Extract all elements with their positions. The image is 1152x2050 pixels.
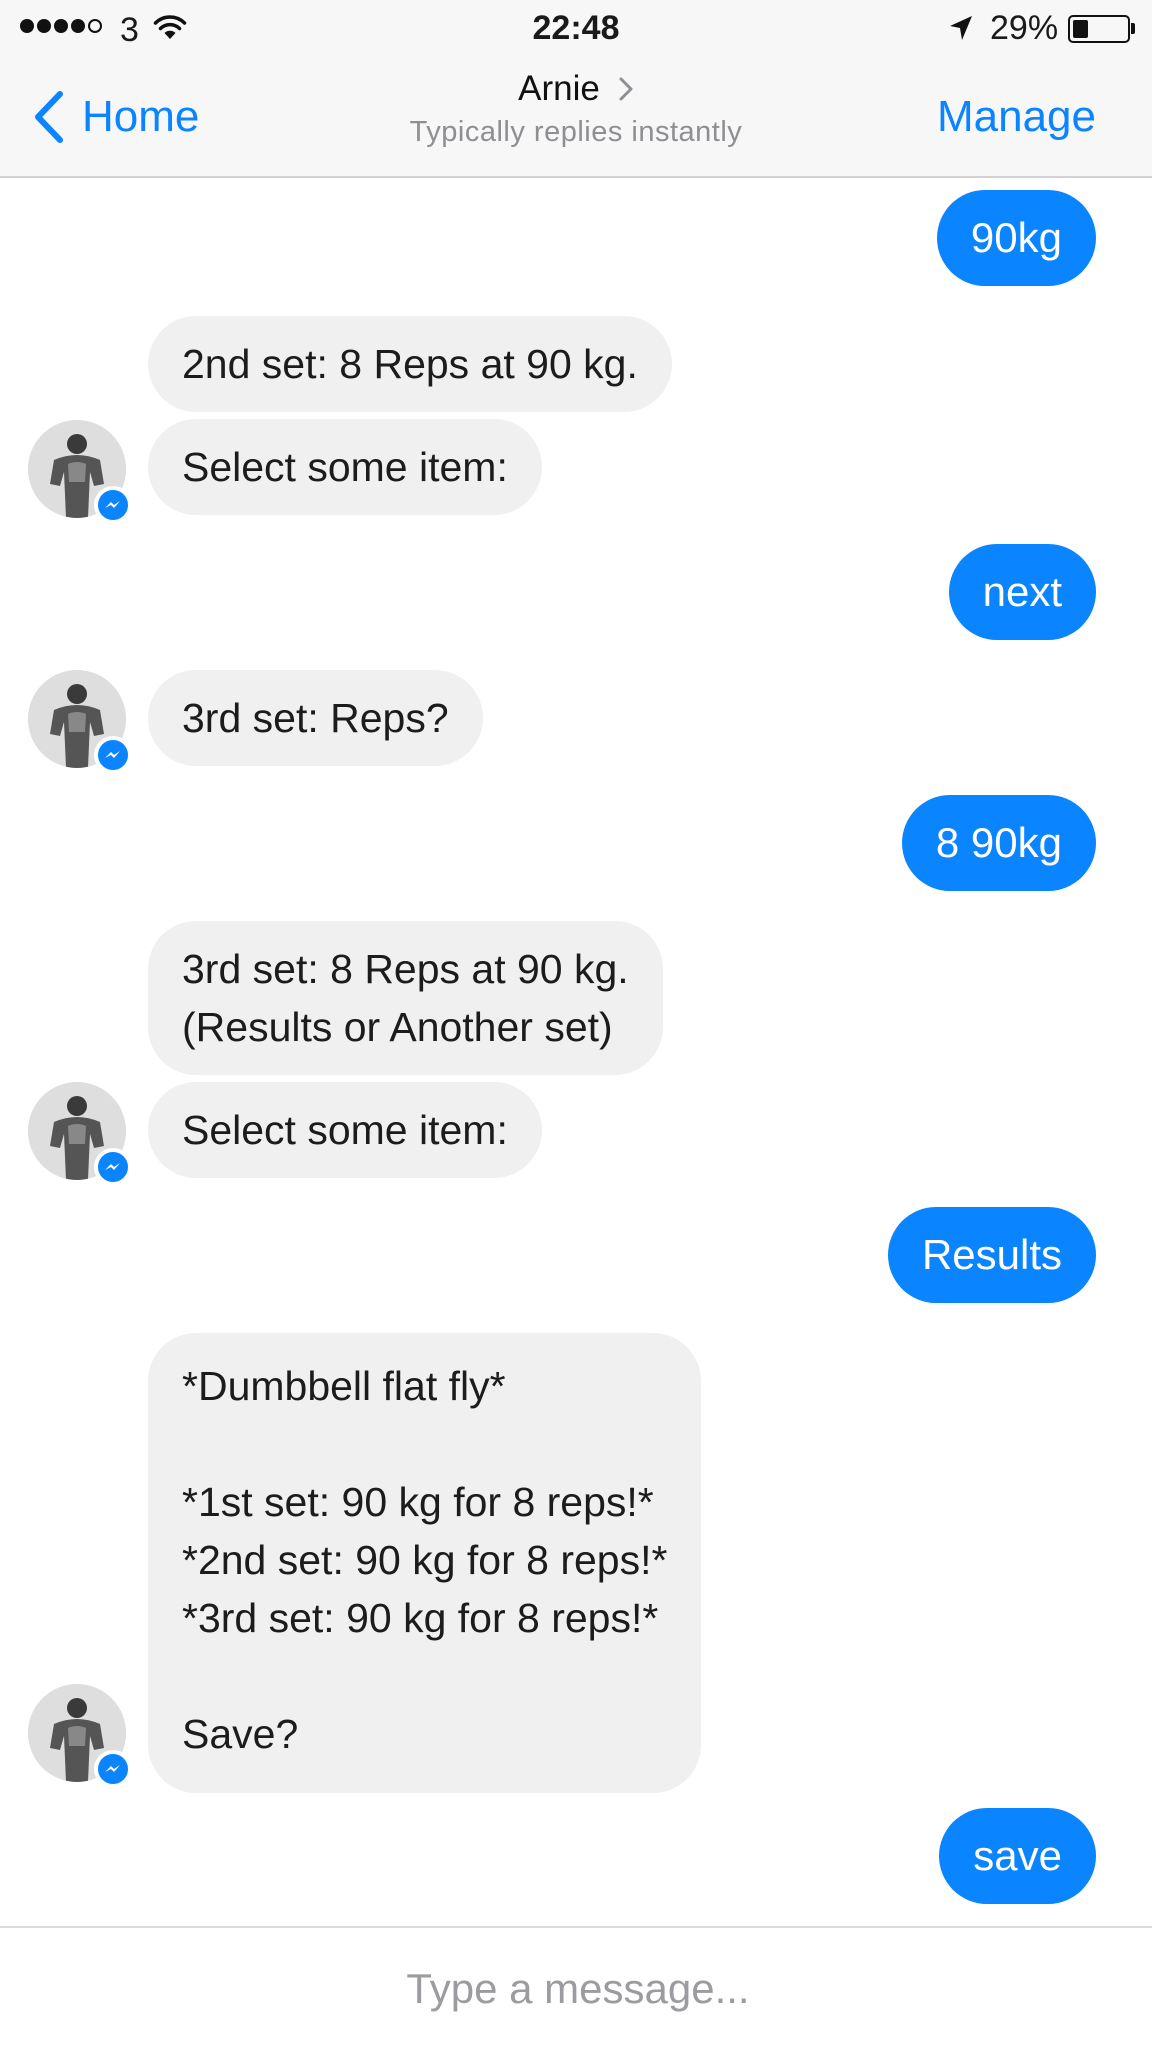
messenger-icon (94, 486, 132, 524)
back-button[interactable]: Home (30, 88, 199, 146)
battery-level (1073, 20, 1089, 38)
conversation-header: Home Arnie Typically replies instantly M… (0, 58, 1152, 178)
contact-name: Arnie (518, 69, 600, 108)
status-time: 22:48 (532, 9, 620, 47)
outgoing-message: Results (887, 1207, 1096, 1303)
avatar[interactable] (28, 1684, 132, 1788)
location-arrow-icon (950, 16, 972, 40)
contact-subtitle: Typically replies instantly (409, 116, 743, 148)
outgoing-message: save (939, 1808, 1096, 1904)
status-bar: 3 22:48 29% (0, 0, 1152, 58)
contact-name-row[interactable]: Arnie (300, 66, 852, 112)
incoming-message: Select some item: (148, 1082, 542, 1178)
messenger-icon (94, 1148, 132, 1186)
incoming-message: 3rd set: Reps? (148, 670, 483, 766)
messenger-icon (94, 736, 132, 774)
manage-button[interactable]: Manage (937, 88, 1096, 146)
outgoing-message: 8 90kg (901, 795, 1096, 891)
chevron-right-icon (619, 77, 633, 101)
incoming-message: *Dumbbell flat fly* *1st set: 90 kg for … (148, 1333, 702, 1793)
avatar[interactable] (28, 670, 132, 774)
incoming-message: 2nd set: 8 Reps at 90 kg. (148, 316, 672, 412)
messenger-icon (94, 1750, 132, 1788)
outgoing-message: 90kg (936, 190, 1096, 286)
contact-header[interactable]: Arnie Typically replies instantly (300, 66, 852, 152)
incoming-message: Select some item: (148, 419, 542, 515)
avatar[interactable] (28, 1082, 132, 1186)
incoming-message: 3rd set: 8 Reps at 90 kg. (Results or An… (148, 921, 663, 1075)
battery-tip (1131, 23, 1135, 34)
battery-percentage: 29% (990, 9, 1059, 47)
message-input[interactable] (0, 1928, 1152, 2050)
message-composer (0, 1926, 1152, 2050)
outgoing-message: next (948, 544, 1096, 640)
chevron-left-icon (35, 91, 63, 143)
back-button-label: Home (82, 92, 200, 141)
battery-icon (1068, 15, 1130, 43)
avatar[interactable] (28, 420, 132, 524)
